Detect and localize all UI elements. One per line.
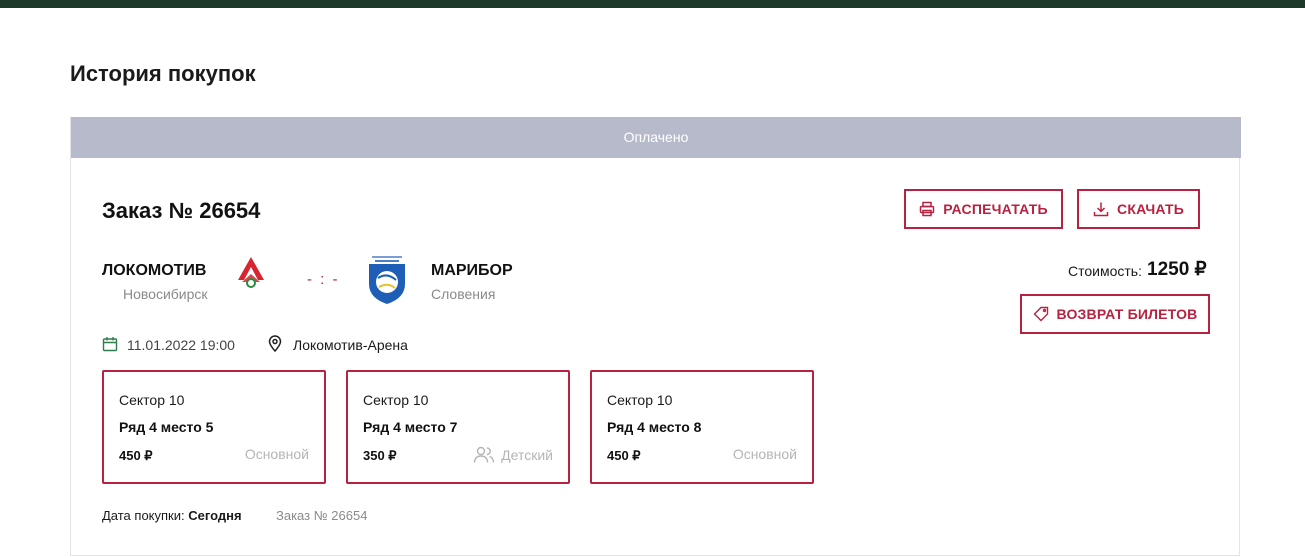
order-number: Заказ № 26654: [102, 198, 261, 223]
refund-button[interactable]: ВОЗВРАТ БИЛЕТОВ: [1020, 294, 1210, 334]
ticket-price: 450 ₽: [119, 448, 153, 463]
ticket-icon: [1033, 306, 1048, 322]
maribor-logo-icon: [369, 256, 405, 304]
ticket-type-label: Основной: [732, 446, 797, 462]
ticket-card: Сектор 10 Ряд 4 место 5 450 ₽ Основной: [102, 370, 326, 484]
event-datetime: 11.01.2022 19:00: [127, 337, 235, 353]
top-bar: [0, 0, 1305, 8]
event-venue: Локомотив-Арена: [293, 337, 408, 353]
home-team-name: ЛОКОМОТИВ: [102, 262, 207, 279]
away-team-country: Словения: [431, 286, 496, 302]
cost-value: 1250 ₽: [1147, 259, 1207, 280]
ticket-seat: Ряд 4 место 8: [607, 419, 702, 435]
purchase-date-value: Сегодня: [188, 508, 242, 523]
ticket-sector: Сектор 10: [607, 392, 673, 408]
print-button-label: РАСПЕЧАТАТЬ: [943, 201, 1048, 217]
users-icon: [473, 446, 495, 463]
purchase-date-label: Дата покупки:: [102, 508, 185, 523]
purchase-date: Дата покупки: Сегодня: [102, 508, 242, 523]
ticket-type-label: Основной: [244, 446, 309, 462]
ticket-type-label: Детский: [501, 447, 553, 463]
ticket-sector: Сектор 10: [363, 392, 429, 408]
status-banner: Оплачено: [71, 117, 1241, 158]
lokomotiv-logo-icon: [238, 257, 264, 288]
home-team-city: Новосибирск: [123, 286, 208, 302]
ticket-sector: Сектор 10: [119, 392, 185, 408]
away-team-name: МАРИБОР: [431, 262, 513, 279]
order-card: Оплачено Заказ № 26654 РАСПЕЧАТАТЬ СКАЧА…: [70, 117, 1241, 556]
score-separator: - : -: [307, 271, 340, 288]
ticket-price: 450 ₽: [607, 448, 641, 463]
download-button-label: СКАЧАТЬ: [1117, 201, 1184, 217]
ticket-seat: Ряд 4 место 7: [363, 419, 458, 435]
ticket-price: 350 ₽: [363, 448, 397, 463]
ticket-type: Основной: [245, 446, 309, 462]
cost-label: Стоимость:: [1068, 263, 1142, 279]
ticket-card: Сектор 10 Ряд 4 место 7 350 ₽ Детский: [346, 370, 570, 484]
purchase-order-ref: Заказ № 26654: [276, 508, 368, 523]
printer-icon: [919, 201, 935, 217]
download-icon: [1093, 202, 1109, 217]
location-pin-icon: [268, 335, 282, 352]
ticket-card: Сектор 10 Ряд 4 место 8 450 ₽ Основной: [590, 370, 814, 484]
ticket-type: Детский: [473, 446, 553, 464]
refund-button-label: ВОЗВРАТ БИЛЕТОВ: [1056, 306, 1198, 322]
ticket-type: Основной: [733, 446, 797, 462]
download-button[interactable]: СКАЧАТЬ: [1077, 189, 1200, 229]
ticket-seat: Ряд 4 место 5: [119, 419, 214, 435]
calendar-icon: [102, 337, 118, 352]
page-title: История покупок: [70, 61, 256, 86]
print-button[interactable]: РАСПЕЧАТАТЬ: [904, 189, 1063, 229]
